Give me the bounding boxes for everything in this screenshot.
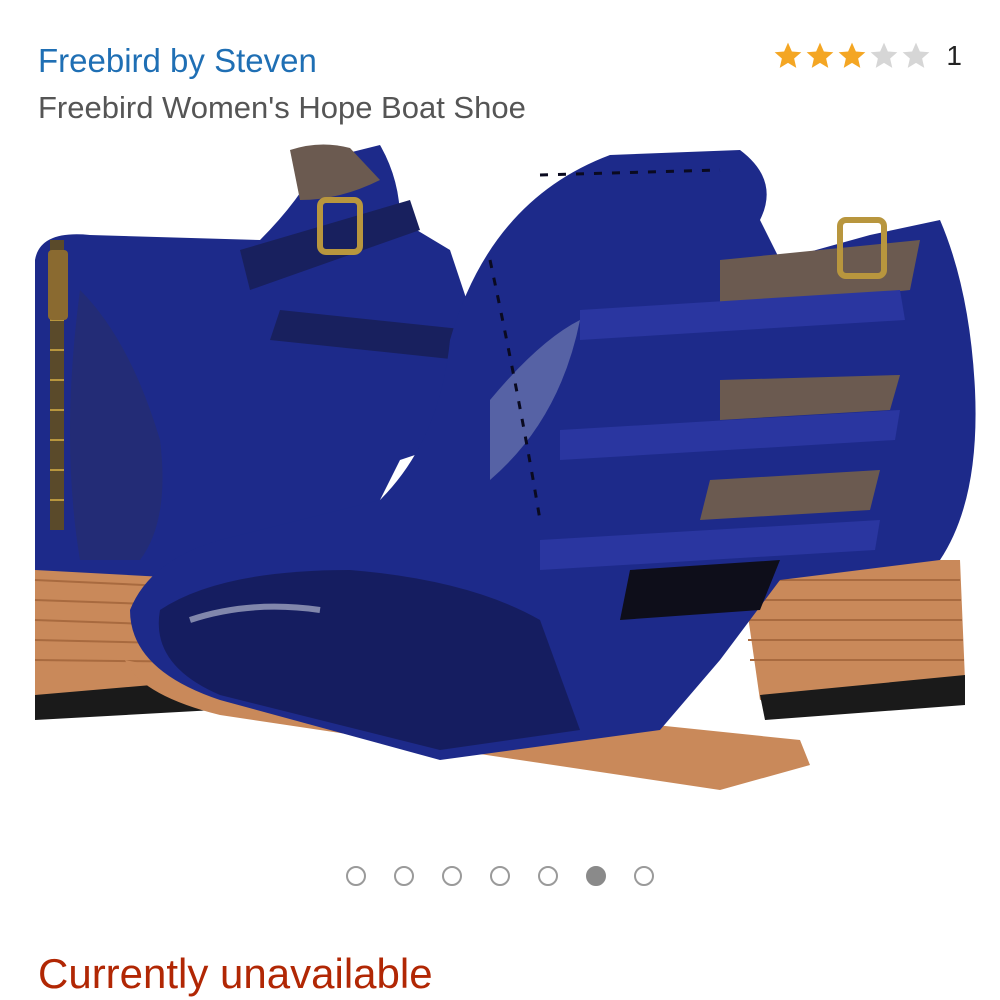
carousel-dot-active[interactable]	[586, 866, 606, 886]
availability-status: Currently unavailable	[38, 950, 433, 997]
brand-link[interactable]: Freebird by Steven	[38, 42, 317, 80]
product-title: Freebird Women's Hope Boat Shoe	[38, 90, 526, 125]
carousel-dot[interactable]	[490, 866, 510, 886]
star-icon	[775, 42, 802, 68]
star-icon	[903, 42, 930, 68]
carousel-dot[interactable]	[442, 866, 462, 886]
star-rating	[772, 40, 932, 72]
image-carousel-indicator[interactable]	[0, 866, 1000, 886]
carousel-dot[interactable]	[346, 866, 366, 886]
carousel-dot[interactable]	[538, 866, 558, 886]
rating-summary[interactable]: 1	[772, 40, 962, 72]
star-icon	[807, 42, 834, 68]
review-count: 1	[946, 40, 962, 71]
star-icon	[839, 42, 866, 68]
carousel-dot[interactable]	[394, 866, 414, 886]
product-image[interactable]	[20, 140, 980, 840]
star-icon	[871, 42, 898, 68]
carousel-dot[interactable]	[634, 866, 654, 886]
